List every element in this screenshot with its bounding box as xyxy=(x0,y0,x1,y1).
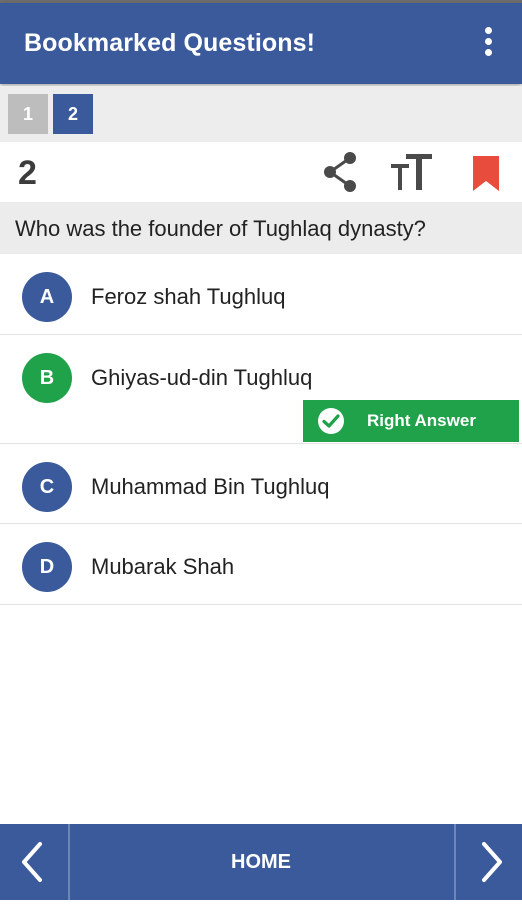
share-icon[interactable] xyxy=(318,150,362,194)
option-letter: A xyxy=(22,272,72,322)
check-circle-icon xyxy=(318,408,344,434)
right-answer-label: Right Answer xyxy=(367,411,476,430)
home-button[interactable]: HOME xyxy=(70,824,452,900)
bottom-nav: HOME xyxy=(0,824,522,900)
option-letter: B xyxy=(22,353,72,403)
option-d[interactable]: D Mubarak Shah xyxy=(0,524,522,605)
question-header: 2 xyxy=(0,142,522,202)
chevron-right-icon xyxy=(482,842,502,882)
option-letter: C xyxy=(22,462,72,512)
option-c[interactable]: C Muhammad Bin Tughluq xyxy=(0,444,522,524)
next-button[interactable] xyxy=(454,824,522,900)
previous-button[interactable] xyxy=(0,824,70,900)
page-title: Bookmarked Questions! xyxy=(24,29,316,57)
option-text: Ghiyas-ud-din Tughluq xyxy=(91,365,313,390)
chevron-left-icon xyxy=(22,842,42,882)
option-letter: D xyxy=(22,542,72,592)
option-text: Feroz shah Tughluq xyxy=(91,284,286,309)
text-size-icon[interactable] xyxy=(389,150,433,194)
pager-item-1[interactable]: 1 xyxy=(8,94,48,134)
overflow-menu-icon[interactable] xyxy=(478,27,498,63)
bookmark-icon[interactable] xyxy=(465,150,509,194)
question-pager: 1 2 xyxy=(0,86,522,142)
right-answer-badge: Right Answer xyxy=(303,400,519,442)
question-text-bar: Who was the founder of Tughlaq dynasty? xyxy=(0,202,522,254)
option-a[interactable]: A Feroz shah Tughluq xyxy=(0,256,522,335)
app-bar: Bookmarked Questions! xyxy=(0,3,522,84)
pager-item-2[interactable]: 2 xyxy=(53,94,93,134)
question-number: 2 xyxy=(18,154,37,192)
question-text: Who was the founder of Tughlaq dynasty? xyxy=(15,216,426,241)
option-text: Mubarak Shah xyxy=(91,554,235,579)
option-text: Muhammad Bin Tughluq xyxy=(91,474,330,499)
